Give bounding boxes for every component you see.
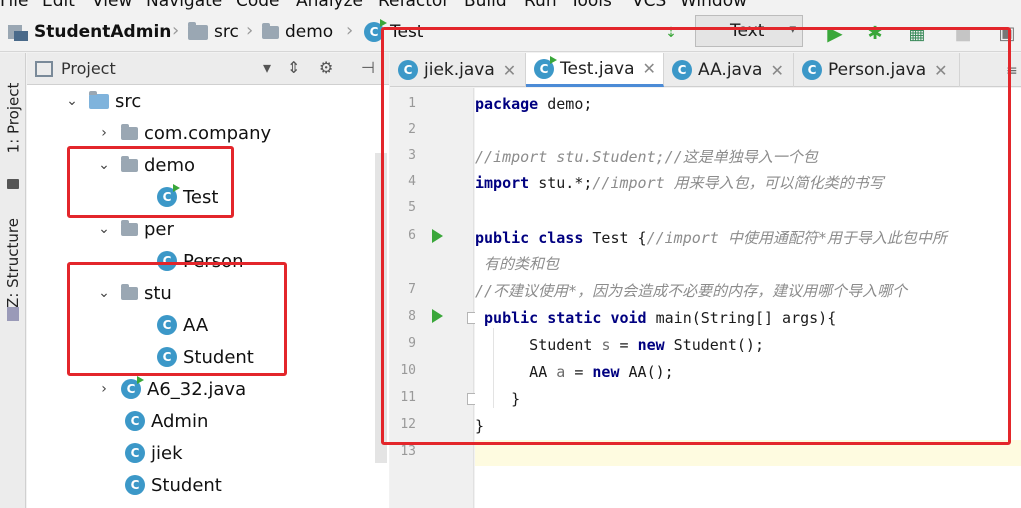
breadcrumb-project-label: StudentAdmin bbox=[34, 22, 172, 42]
tree-item-student-2[interactable]: C Student bbox=[125, 469, 222, 501]
package-icon bbox=[262, 22, 279, 39]
chevron-down-icon[interactable]: ⌄ bbox=[59, 93, 85, 109]
menu-build[interactable]: Build bbox=[464, 0, 507, 11]
menu-refactor[interactable]: Refactor bbox=[378, 0, 449, 11]
tree-item-jiek[interactable]: C jiek bbox=[125, 437, 183, 469]
class-icon: C bbox=[125, 411, 145, 431]
tree-item-label: A6_32.java bbox=[147, 378, 247, 400]
tree-item-a6-32[interactable]: › C A6_32.java bbox=[91, 373, 246, 405]
project-icon bbox=[8, 23, 28, 41]
tree-item-label: Student bbox=[151, 474, 222, 496]
menu-run[interactable]: Run bbox=[524, 0, 557, 11]
tab-project[interactable]: 1: Project bbox=[0, 63, 26, 173]
tree-item-label: per bbox=[144, 218, 174, 240]
breadcrumb-src-label: src bbox=[214, 22, 239, 42]
tab-project-label: 1: Project bbox=[4, 82, 22, 154]
chevron-right-icon: › bbox=[246, 20, 254, 41]
breadcrumb-src[interactable]: src bbox=[188, 19, 239, 45]
package-icon bbox=[121, 219, 138, 236]
tree-item-label: com.company bbox=[144, 122, 272, 144]
annotation-box-editor bbox=[381, 27, 1011, 445]
chevron-right-icon[interactable]: › bbox=[91, 381, 117, 397]
tree-item-label: jiek bbox=[151, 442, 183, 464]
menu-file[interactable]: File bbox=[0, 0, 28, 11]
tree-item-label: src bbox=[115, 90, 142, 112]
breadcrumb-demo-label: demo bbox=[285, 22, 334, 42]
menu-bar: File Edit View Navigate Code Analyze Ref… bbox=[0, 0, 1021, 12]
menu-tools[interactable]: Tools bbox=[570, 0, 612, 11]
tree-item-src[interactable]: ⌄ src bbox=[59, 85, 141, 117]
menu-code[interactable]: Code bbox=[236, 0, 280, 11]
menu-edit[interactable]: Edit bbox=[42, 0, 75, 11]
class-icon: C bbox=[125, 443, 145, 463]
structure-icon bbox=[7, 307, 19, 321]
chevron-down-icon[interactable]: ⌄ bbox=[91, 221, 117, 237]
project-panel-header: Project ▾ ⇕ ⚙ ⊣ bbox=[27, 53, 389, 85]
source-folder-icon bbox=[89, 90, 109, 109]
collapse-all-icon[interactable]: ⇕ bbox=[287, 58, 300, 77]
folder-icon bbox=[188, 21, 208, 40]
tree-item-com-company[interactable]: › com.company bbox=[91, 117, 271, 149]
menu-vcs[interactable]: VCS bbox=[632, 0, 666, 11]
menu-analyze[interactable]: Analyze bbox=[296, 0, 363, 11]
annotation-box-stu bbox=[67, 262, 287, 376]
terminal-icon[interactable] bbox=[7, 179, 19, 189]
project-view-icon bbox=[35, 61, 53, 77]
menu-window[interactable]: Window bbox=[680, 0, 747, 11]
chevron-right-icon: › bbox=[172, 20, 180, 41]
dropdown-icon[interactable]: ▾ bbox=[263, 58, 271, 77]
hide-icon[interactable]: ⊣ bbox=[361, 58, 375, 77]
tree-item-label: Admin bbox=[151, 410, 209, 432]
project-panel-title[interactable]: Project bbox=[61, 59, 116, 78]
class-icon: C bbox=[125, 475, 145, 495]
tree-item-admin[interactable]: C Admin bbox=[125, 405, 208, 437]
tab-structure-label: Z: Structure bbox=[4, 218, 23, 308]
tab-structure[interactable]: Z: Structure bbox=[0, 203, 26, 323]
menu-view[interactable]: View bbox=[92, 0, 132, 11]
class-icon: C bbox=[121, 376, 144, 399]
left-tool-stripe: 1: Project Z: Structure bbox=[0, 53, 26, 508]
line-number: 13 bbox=[400, 444, 416, 459]
annotation-box-demo bbox=[67, 146, 234, 218]
chevron-right-icon: › bbox=[346, 20, 354, 41]
breadcrumb-project[interactable]: StudentAdmin bbox=[8, 19, 171, 45]
package-icon bbox=[121, 123, 138, 140]
chevron-right-icon[interactable]: › bbox=[91, 125, 117, 141]
breadcrumb-demo[interactable]: demo bbox=[262, 19, 333, 45]
menu-navigate[interactable]: Navigate bbox=[146, 0, 222, 11]
gear-icon[interactable]: ⚙ bbox=[319, 58, 333, 77]
